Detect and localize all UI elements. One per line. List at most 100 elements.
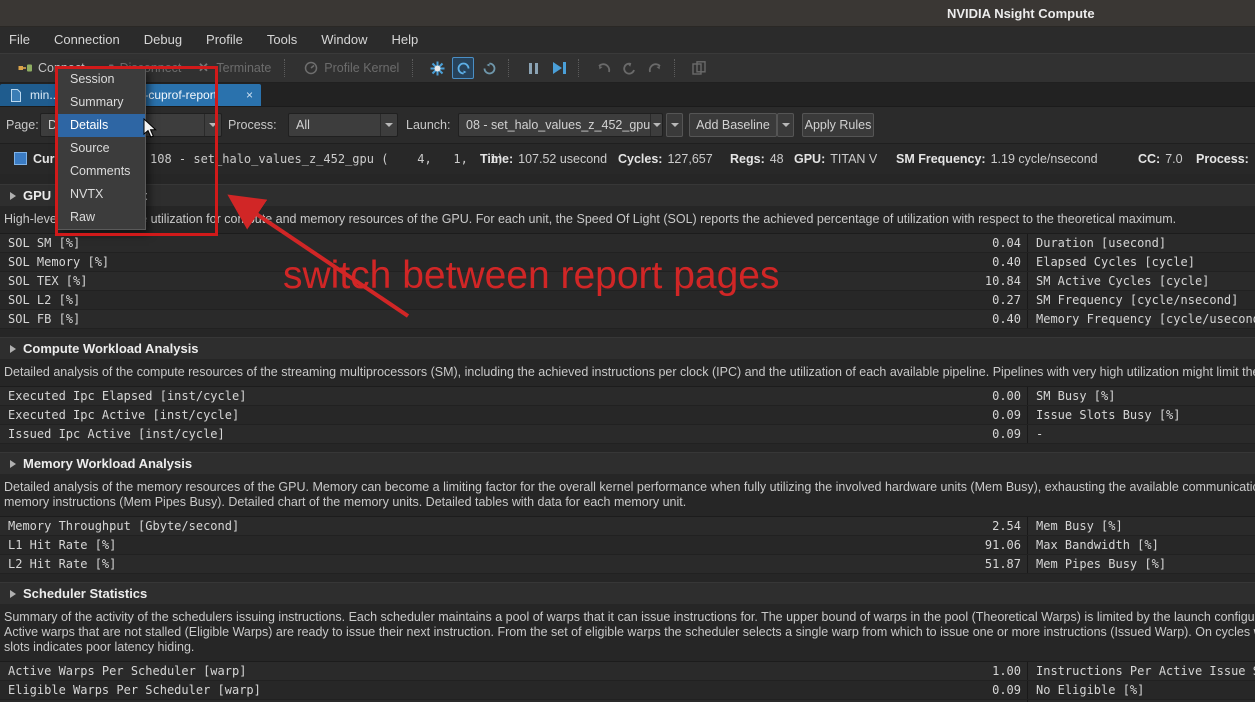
description-line: Active warps that are not stalled (Eligi… [4,625,1255,640]
section-compute-workload-analysis: Compute Workload Analysis Detailed analy… [0,337,1255,444]
redo-arrow-icon [647,60,663,76]
stat-time: Time:107.52 usecond [480,144,607,174]
expand-triangle-icon [10,345,16,353]
stat-regs: Regs:48 [730,144,784,174]
menubar: File Connection Debug Profile Tools Wind… [0,27,1255,53]
chevron-down-icon [380,114,397,136]
metric-value-cell: 1.00 [708,662,1028,680]
table-row[interactable]: L1 Hit Rate [%] 91.06 Max Bandwidth [%] [0,536,1255,555]
copy-report-button[interactable] [688,57,710,79]
menu-help[interactable]: Help [383,27,428,53]
section-memory-workload-analysis: Memory Workload Analysis Detailed analys… [0,452,1255,574]
menu-connection[interactable]: Connection [45,27,129,53]
annotation-highlight-box [55,66,218,236]
process-select[interactable]: All [288,113,398,137]
metrics-table: Memory Throughput [Gbyte/second] 2.54 Me… [0,516,1255,574]
section-description: Detailed analysis of the compute resourc… [4,365,1255,380]
table-row[interactable]: SOL FB [%] 0.40 Memory Frequency [cycle/… [0,310,1255,329]
metric-name-cell: Executed Ipc Active [inst/cycle] [0,408,708,422]
table-row[interactable]: SOL SM [%] 0.04 Duration [usecond] [0,234,1255,253]
menu-file[interactable]: File [0,27,39,53]
metric-name2-cell: No Eligible [%] [1028,683,1255,697]
metric-name2-cell: SM Busy [%] [1028,389,1255,403]
terminate-label: Terminate [216,61,271,75]
section-title: Memory Workload Analysis [23,456,192,471]
description-line: slots indicates poor latency hiding. [4,640,1255,655]
menu-profile[interactable]: Profile [197,27,252,53]
metric-name-cell: Eligible Warps Per Scheduler [warp] [0,683,708,697]
copy-icon [691,60,707,76]
step-back-button[interactable] [592,57,614,79]
undo-arrow-icon [595,60,611,76]
metrics-table: Active Warps Per Scheduler [warp] 1.00 I… [0,661,1255,702]
plug-icon [17,60,33,76]
menu-debug[interactable]: Debug [135,27,191,53]
metric-name-cell: Active Warps Per Scheduler [warp] [0,664,708,678]
launch-options-button[interactable] [666,113,683,137]
step-icon [553,62,566,74]
resume-button[interactable] [548,57,570,79]
description-line: Summary of the activity of the scheduler… [4,610,1255,625]
window-title: NVIDIA Nsight Compute [947,0,1095,27]
close-icon[interactable]: × [240,88,253,102]
document-icon [8,87,24,103]
auto-profile-toggle-button[interactable] [452,57,474,79]
menu-window[interactable]: Window [312,27,376,53]
metric-name-cell: L1 Hit Rate [%] [0,538,708,552]
table-row[interactable]: Memory Throughput [Gbyte/second] 2.54 Me… [0,517,1255,536]
table-row[interactable]: L2 Hit Rate [%] 51.87 Mem Pipes Busy [%] [0,555,1255,574]
section-description: Summary of the activity of the scheduler… [4,610,1255,655]
description-line: Detailed analysis of the memory resource… [4,480,1255,495]
profile-settings-button[interactable] [426,57,448,79]
toolbar-separator [578,59,582,77]
loop-icon [621,60,637,76]
metric-name-cell: Memory Throughput [Gbyte/second] [0,519,708,533]
expand-triangle-icon [10,590,16,598]
metrics-table: Executed Ipc Elapsed [inst/cycle] 0.00 S… [0,386,1255,444]
metric-name2-cell: Duration [usecond] [1028,236,1255,250]
metric-name-cell: Issued Ipc Active [inst/cycle] [0,427,708,441]
current-kernel-indicator[interactable] [14,152,27,165]
metric-value-cell: 0.09 [708,681,1028,699]
flower-icon [429,60,445,76]
run-to-next-kernel-button[interactable] [478,57,500,79]
stat-cycles: Cycles:127,657 [618,144,713,174]
pause-button[interactable] [522,57,544,79]
metric-name-cell: L2 Hit Rate [%] [0,557,708,571]
table-row[interactable]: Executed Ipc Active [inst/cycle] 0.09 Is… [0,406,1255,425]
step-forward-button[interactable] [644,57,666,79]
section-title: Compute Workload Analysis [23,341,199,356]
metric-name-cell: SOL FB [%] [0,312,708,326]
table-row[interactable]: Executed Ipc Elapsed [inst/cycle] 0.00 S… [0,387,1255,406]
loop-icon-button[interactable] [618,57,640,79]
section-header[interactable]: Compute Workload Analysis [0,337,1255,359]
metric-name2-cell: - [1028,427,1255,441]
table-row[interactable]: Active Warps Per Scheduler [warp] 1.00 I… [0,662,1255,681]
table-row[interactable]: Eligible Warps Per Scheduler [warp] 0.09… [0,681,1255,700]
metric-name2-cell: SM Frequency [cycle/nsecond] [1028,293,1255,307]
metric-name2-cell: Mem Busy [%] [1028,519,1255,533]
expand-triangle-icon [10,460,16,468]
expand-triangle-icon [10,192,16,200]
process-select-value: All [296,118,310,132]
section-header[interactable]: Memory Workload Analysis [0,452,1255,474]
metric-name-cell: Executed Ipc Elapsed [inst/cycle] [0,389,708,403]
table-row[interactable]: Issued Ipc Active [inst/cycle] 0.09 - [0,425,1255,444]
add-baseline-button[interactable]: Add Baseline [689,113,777,137]
add-baseline-label: Add Baseline [696,118,770,132]
circular-arrows-icon [455,60,471,76]
metric-name2-cell: SM Active Cycles [cycle] [1028,274,1255,288]
profile-kernel-button[interactable]: Profile Kernel [296,56,406,80]
launch-select[interactable]: 08 - set_halo_values_z_452_gpu [458,113,663,137]
menu-tools[interactable]: Tools [258,27,306,53]
description-line: Detailed analysis of the compute resourc… [4,365,1255,380]
toolbar-separator [284,59,288,77]
stat-sm-frequency: SM Frequency:1.19 cycle/nsecond [896,144,1098,174]
titlebar: NVIDIA Nsight Compute [0,0,1255,27]
apply-rules-button[interactable]: Apply Rules [802,113,874,137]
metric-name2-cell: Instructions Per Active Issue Slot [inst… [1028,664,1255,678]
add-baseline-dropdown-button[interactable] [777,113,794,137]
section-header[interactable]: Scheduler Statistics [0,582,1255,604]
chevron-down-icon [650,114,662,136]
process-label: Process: [228,107,277,144]
